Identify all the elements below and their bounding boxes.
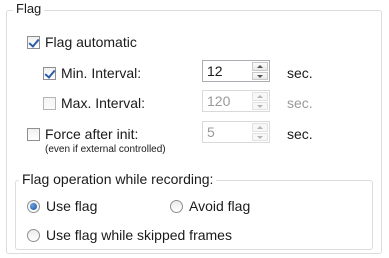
max-interval-up-icon[interactable]: [252, 92, 268, 101]
force-after-init-note: (even if external controlled): [45, 144, 166, 155]
min-interval-up-icon[interactable]: [252, 62, 268, 71]
flag-group-title: Flag: [13, 1, 45, 17]
max-interval-value[interactable]: 120: [207, 91, 230, 111]
force-after-init-spin-buttons: [252, 123, 268, 141]
force-after-init-checkbox[interactable]: [27, 127, 40, 141]
avoid-flag-option[interactable]: Avoid flag: [170, 196, 250, 216]
force-after-init-down-icon[interactable]: [252, 132, 268, 141]
flag-automatic-row[interactable]: Flag automatic: [27, 32, 137, 52]
min-interval-checkbox[interactable]: [43, 66, 56, 80]
max-interval-unit: sec.: [287, 95, 313, 111]
use-flag-label[interactable]: Use flag: [46, 196, 97, 216]
min-interval-value[interactable]: 12: [207, 61, 223, 81]
max-interval-row[interactable]: Max. Interval:: [43, 93, 145, 113]
force-after-init-unit: sec.: [287, 126, 313, 142]
recording-group-title: Flag operation while recording:: [19, 171, 217, 187]
flag-automatic-checkbox[interactable]: [27, 35, 40, 49]
max-interval-down-icon[interactable]: [252, 101, 268, 110]
flag-automatic-label[interactable]: Flag automatic: [45, 32, 137, 52]
avoid-flag-radio[interactable]: [170, 199, 183, 213]
force-after-init-spinbox[interactable]: 5: [202, 121, 270, 143]
use-flag-radio[interactable]: [27, 199, 40, 213]
avoid-flag-label[interactable]: Avoid flag: [189, 196, 250, 216]
max-interval-label[interactable]: Max. Interval:: [61, 93, 145, 113]
min-interval-row[interactable]: Min. Interval:: [43, 63, 141, 83]
force-after-init-label[interactable]: Force after init:: [45, 124, 138, 144]
use-flag-skipped-frames-radio[interactable]: [27, 228, 40, 242]
max-interval-checkbox[interactable]: [43, 96, 56, 110]
use-flag-skipped-frames-option[interactable]: Use flag while skipped frames: [27, 225, 232, 245]
force-after-init-up-icon[interactable]: [252, 123, 268, 132]
max-interval-spinbox[interactable]: 120: [202, 90, 270, 112]
min-interval-spinbox[interactable]: 12: [202, 60, 270, 82]
min-interval-unit: sec.: [287, 65, 313, 81]
use-flag-skipped-frames-label[interactable]: Use flag while skipped frames: [46, 225, 232, 245]
use-flag-option[interactable]: Use flag: [27, 196, 97, 216]
force-after-init-row[interactable]: Force after init:: [27, 124, 138, 144]
min-interval-down-icon[interactable]: [252, 71, 268, 80]
min-interval-spin-buttons: [252, 62, 268, 80]
max-interval-spin-buttons: [252, 92, 268, 110]
force-after-init-value[interactable]: 5: [207, 122, 215, 142]
min-interval-label[interactable]: Min. Interval:: [61, 63, 141, 83]
